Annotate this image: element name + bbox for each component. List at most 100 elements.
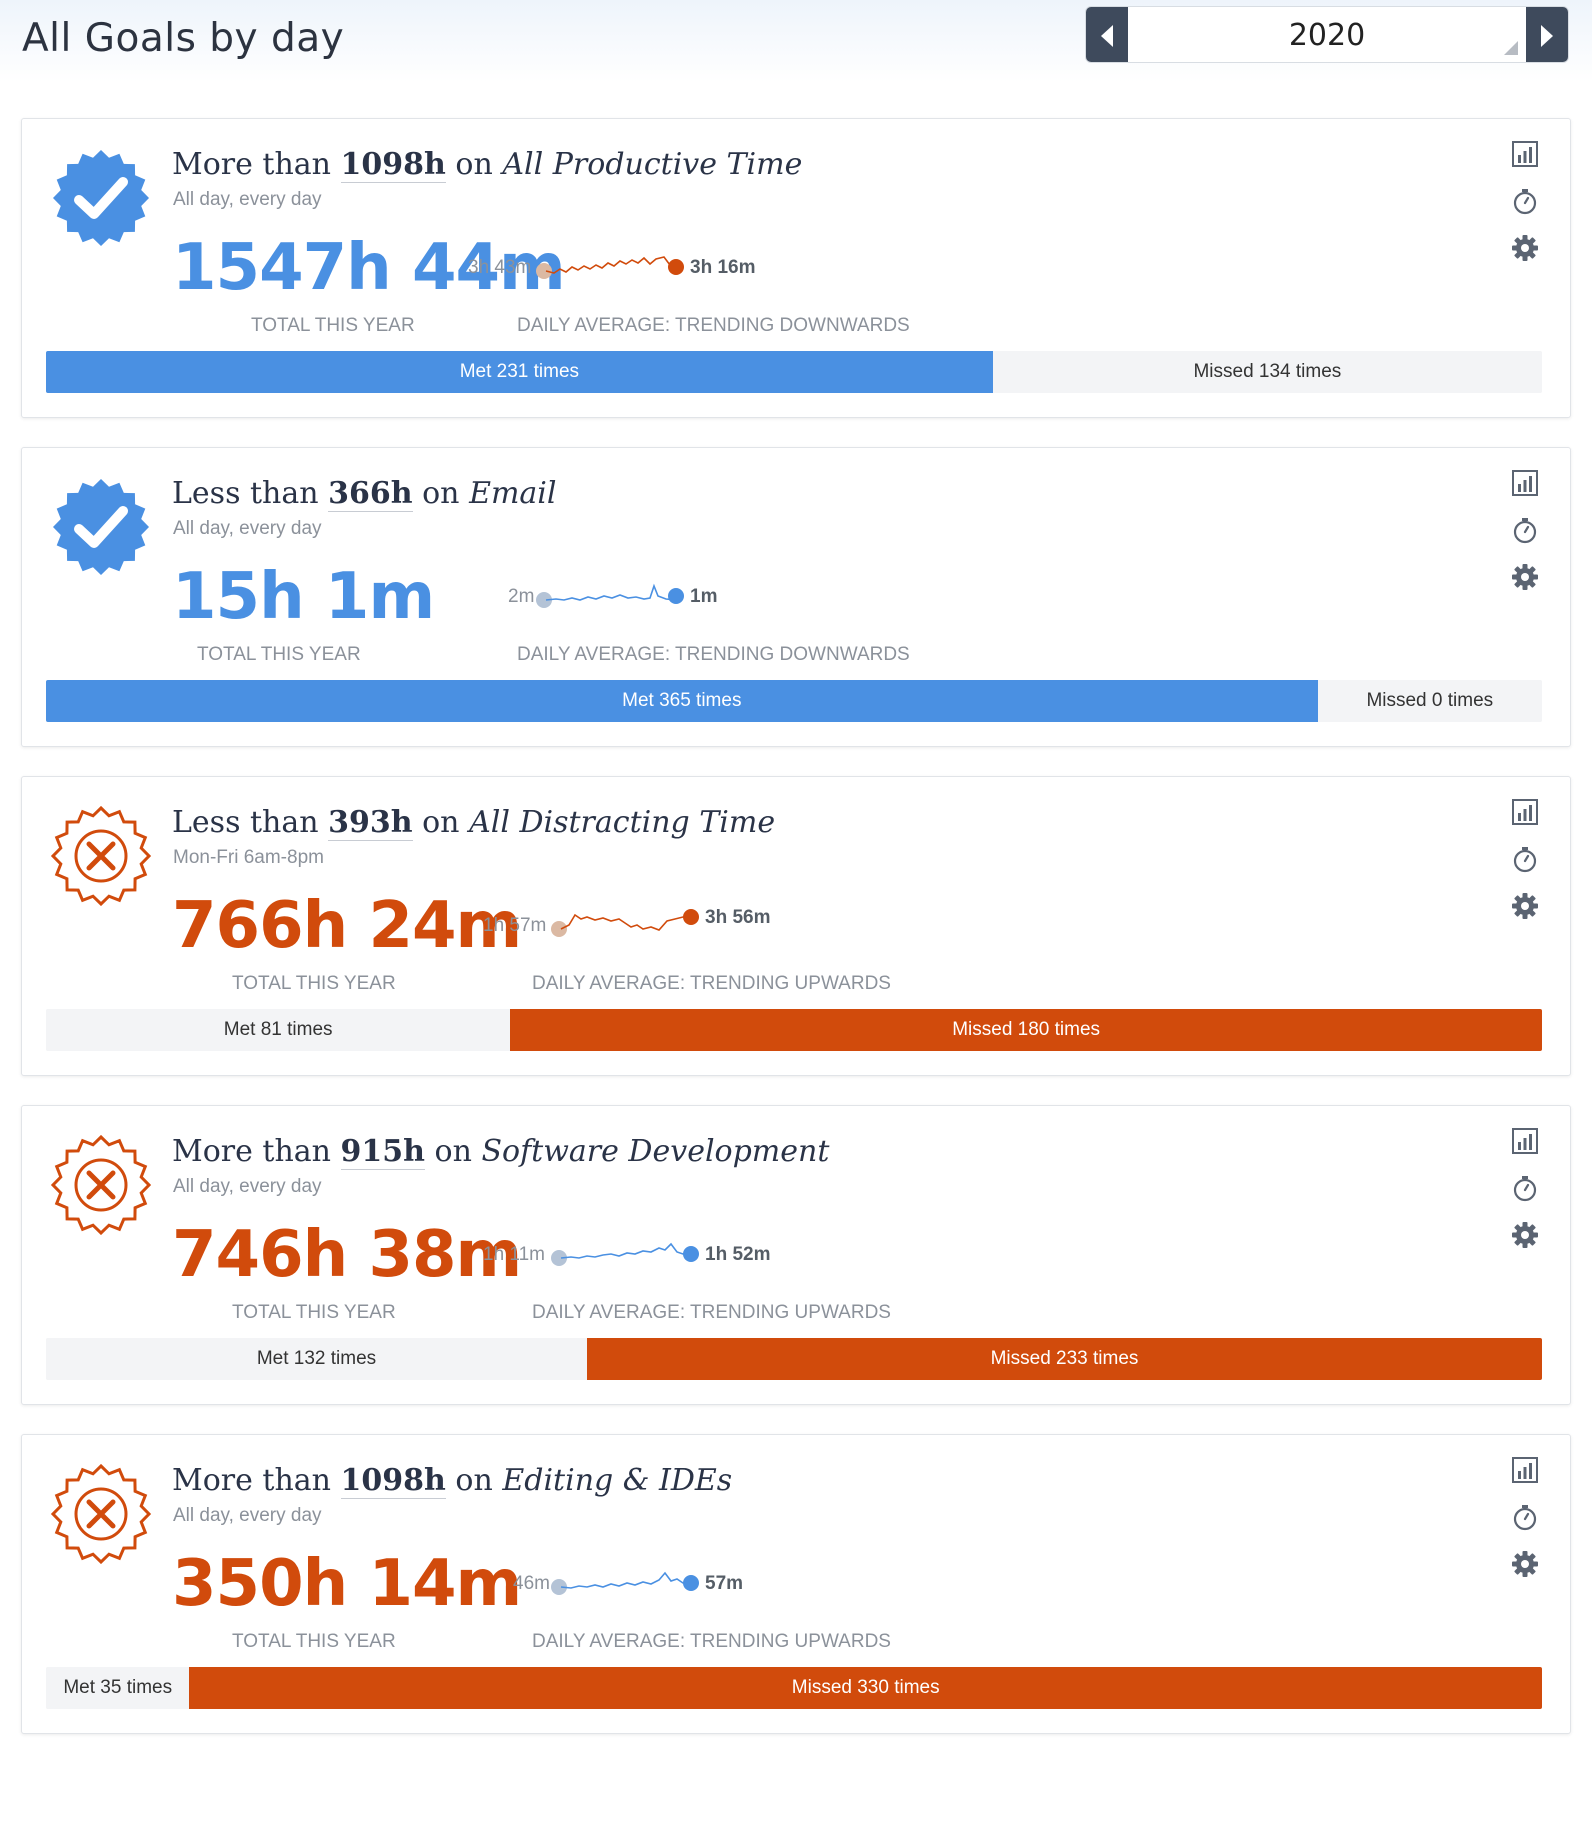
trend-end-value: 3h 56m (705, 907, 771, 928)
stopwatch-icon[interactable] (1510, 1502, 1540, 1532)
triangle-left-icon (1101, 24, 1113, 47)
bar-chart-icon[interactable] (1510, 797, 1540, 827)
gear-icon[interactable] (1510, 1220, 1540, 1250)
previous-year-button[interactable] (1086, 7, 1128, 62)
sparkline-end-dot (683, 1246, 699, 1262)
total-value: 15h 1m (172, 560, 435, 634)
goal-card: More than 1098h on Editing & IDEs All day… (21, 1434, 1571, 1734)
goal-target[interactable]: 393h (328, 805, 413, 841)
gear-icon[interactable] (1510, 1549, 1540, 1579)
total-label: TOTAL THIS YEAR (251, 315, 415, 336)
trend-label: DAILY AVERAGE: TRENDING UPWARDS (532, 1631, 891, 1652)
sparkline-line (560, 1242, 691, 1259)
bar-chart-icon[interactable] (1510, 468, 1540, 498)
missed-segment[interactable]: Missed 330 times (189, 1667, 1542, 1709)
total-label: TOTAL THIS YEAR (232, 1302, 396, 1323)
goal-actions (1510, 1126, 1540, 1267)
trend-sparkline: 46m 57m (513, 1565, 787, 1605)
missed-segment[interactable]: Missed 180 times (510, 1009, 1542, 1051)
met-segment[interactable]: Met 132 times (46, 1338, 588, 1380)
trend-start-value: 2m (508, 586, 535, 607)
goal-comparator: More than (172, 1134, 331, 1169)
trend-label: DAILY AVERAGE: TRENDING DOWNWARDS (517, 315, 910, 336)
bar-chart-icon[interactable] (1510, 1126, 1540, 1156)
goal-card: Less than 393h on All Distracting Time Mo… (21, 776, 1571, 1076)
goal-target[interactable]: 915h (340, 1134, 425, 1170)
met-segment[interactable]: Met 365 times (46, 680, 1318, 722)
goal-comparator: Less than (172, 476, 319, 511)
trend-sparkline: 1h 11m 1h 52m (483, 1236, 787, 1276)
stopwatch-icon[interactable] (1510, 186, 1540, 216)
sparkline-line (545, 256, 677, 274)
goal-actions (1510, 139, 1540, 280)
met-missed-bar: Met 81 times Missed 180 times (46, 1009, 1542, 1051)
goal-target[interactable]: 1098h (340, 147, 446, 183)
stopwatch-icon[interactable] (1510, 515, 1540, 545)
total-label: TOTAL THIS YEAR (197, 644, 361, 665)
trend-start-value: 3h 43m (468, 257, 532, 278)
gear-icon[interactable] (1510, 233, 1540, 263)
sparkline-chart (536, 256, 684, 279)
goal-category[interactable]: Editing & IDEs (502, 1463, 732, 1498)
missed-segment[interactable]: Missed 233 times (587, 1338, 1542, 1380)
stopwatch-icon[interactable] (1510, 844, 1540, 874)
goal-category[interactable]: Email (469, 476, 556, 511)
trend-start-value: 1h 57m (483, 915, 547, 936)
goal-target[interactable]: 1098h (340, 1463, 446, 1499)
goal-title: More than 1098h on All Productive Time (172, 147, 802, 183)
sparkline-end-dot (683, 1575, 699, 1591)
stopwatch-icon[interactable] (1510, 1173, 1540, 1203)
next-year-button[interactable] (1526, 7, 1568, 62)
goal-missed-badge-icon (51, 806, 151, 906)
goal-schedule: All day, every day (173, 189, 322, 210)
met-segment[interactable]: Met 231 times (46, 351, 993, 393)
met-missed-bar: Met 35 times Missed 330 times (46, 1667, 1542, 1709)
gear-icon[interactable] (1510, 562, 1540, 592)
goal-actions (1510, 1455, 1540, 1596)
goal-card: More than 915h on Software Development Al… (21, 1105, 1571, 1405)
sparkline-chart (551, 909, 699, 937)
year-select[interactable]: 2020 (1128, 7, 1526, 62)
year-picker[interactable]: 2020 (1085, 6, 1569, 63)
goal-on: on (422, 805, 460, 840)
sparkline-chart (536, 583, 684, 608)
sparkline-start-dot (551, 921, 567, 937)
met-segment[interactable]: Met 81 times (46, 1009, 511, 1051)
goal-title: More than 1098h on Editing & IDEs (172, 1463, 732, 1499)
goal-category[interactable]: All Distracting Time (469, 805, 775, 840)
goal-missed-badge-icon (51, 1135, 151, 1235)
goal-met-badge-icon (53, 479, 149, 575)
met-missed-bar: Met 231 times Missed 134 times (46, 351, 1542, 393)
trend-sparkline: 3h 43m 3h 16m (468, 249, 772, 289)
sparkline-end-dot (668, 259, 684, 275)
goal-on: on (455, 147, 493, 182)
trend-label: DAILY AVERAGE: TRENDING UPWARDS (532, 973, 891, 994)
trend-sparkline: 1h 57m 3h 56m (483, 907, 787, 947)
sparkline-chart (551, 1242, 699, 1266)
trend-label: DAILY AVERAGE: TRENDING UPWARDS (532, 1302, 891, 1323)
trend-end-value: 57m (705, 1573, 744, 1594)
sparkline-line (560, 1571, 691, 1589)
goal-category[interactable]: Software Development (481, 1134, 829, 1169)
goal-on: on (455, 1463, 493, 1498)
triangle-right-icon (1541, 24, 1553, 47)
total-value: 766h 24m (172, 889, 522, 963)
missed-segment[interactable]: Missed 134 times (992, 351, 1542, 393)
resize-grip-icon (1504, 41, 1518, 55)
goal-actions (1510, 468, 1540, 609)
trend-end-value: 1h 52m (705, 1244, 771, 1265)
goal-schedule: All day, every day (173, 1505, 322, 1526)
trend-end-value: 3h 16m (690, 257, 756, 278)
goal-category[interactable]: All Productive Time (502, 147, 802, 182)
goal-title: Less than 393h on All Distracting Time (172, 805, 775, 841)
met-segment[interactable]: Met 35 times (46, 1667, 190, 1709)
gear-icon[interactable] (1510, 891, 1540, 921)
bar-chart-icon[interactable] (1510, 1455, 1540, 1485)
missed-segment[interactable]: Missed 0 times (1317, 680, 1542, 722)
goal-comparator: More than (172, 1463, 331, 1498)
goal-card: Less than 366h on Email All day, every da… (21, 447, 1571, 747)
goal-target[interactable]: 366h (328, 476, 413, 512)
trend-end-value: 1m (690, 586, 718, 607)
bar-chart-icon[interactable] (1510, 139, 1540, 169)
goal-title: Less than 366h on Email (172, 476, 556, 512)
